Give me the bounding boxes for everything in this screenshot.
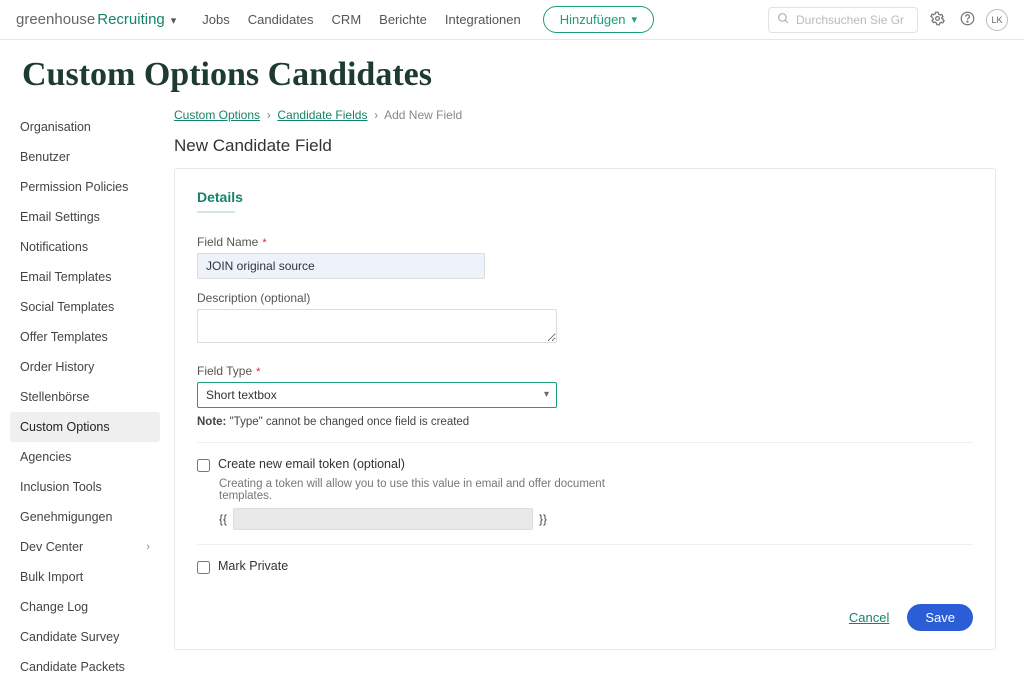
sidebar-item-bulk-import[interactable]: Bulk Import: [10, 562, 160, 592]
chevron-down-icon: ▾: [171, 14, 177, 27]
dropdown-icon: ▾: [544, 389, 549, 400]
avatar-initials: LK: [991, 15, 1002, 25]
sidebar-item-agencies[interactable]: Agencies: [10, 442, 160, 472]
global-search[interactable]: [768, 7, 918, 33]
nav-candidates[interactable]: Candidates: [248, 12, 314, 27]
email-token-checkbox[interactable]: [197, 459, 210, 472]
token-open-brace: {{: [219, 512, 227, 526]
sidebar-item-permission-policies[interactable]: Permission Policies: [10, 172, 160, 202]
sidebar-item-approvals[interactable]: Genehmigungen: [10, 502, 160, 532]
sidebar-item-dev-center[interactable]: Dev Center ›: [10, 532, 160, 562]
sidebar-item-candidate-packets[interactable]: Candidate Packets: [10, 652, 160, 682]
section-header: Details: [197, 189, 973, 221]
description-input[interactable]: [197, 309, 557, 343]
sidebar-item-change-log[interactable]: Change Log: [10, 592, 160, 622]
sidebar-item-offer-templates[interactable]: Offer Templates: [10, 322, 160, 352]
token-template-row: {{ }}: [219, 508, 973, 530]
sidebar-item-organisation[interactable]: Organisation: [10, 112, 160, 142]
help-button[interactable]: [956, 9, 978, 31]
add-button[interactable]: Hinzufügen ▾: [543, 6, 654, 33]
form-title: New Candidate Field: [174, 136, 996, 156]
token-value-input: [233, 508, 533, 530]
gear-icon: [930, 11, 945, 29]
nav-integrations[interactable]: Integrationen: [445, 12, 521, 27]
save-button[interactable]: Save: [907, 604, 973, 631]
search-icon: [777, 12, 790, 28]
field-name-label: Field Name*: [197, 235, 973, 249]
sidebar-item-email-settings[interactable]: Email Settings: [10, 202, 160, 232]
page-title: Custom Options Candidates: [0, 40, 1024, 106]
new-field-form: Details Field Name* Description (optiona…: [174, 168, 996, 650]
sidebar-item-notifications[interactable]: Notifications: [10, 232, 160, 262]
nav-jobs[interactable]: Jobs: [202, 12, 229, 27]
sidebar-item-email-templates[interactable]: Email Templates: [10, 262, 160, 292]
nav-crm[interactable]: CRM: [332, 12, 362, 27]
sidebar-item-inclusion-tools[interactable]: Inclusion Tools: [10, 472, 160, 502]
help-icon: [960, 11, 975, 29]
sidebar-item-users[interactable]: Benutzer: [10, 142, 160, 172]
settings-button[interactable]: [926, 9, 948, 31]
mark-private-checkbox[interactable]: [197, 561, 210, 574]
avatar[interactable]: LK: [986, 9, 1008, 31]
brand-part2: Recruiting: [97, 11, 165, 28]
sidebar-item-order-history[interactable]: Order History: [10, 352, 160, 382]
sidebar-item-job-board[interactable]: Stellenbörse: [10, 382, 160, 412]
primary-nav: Jobs Candidates CRM Berichte Integration…: [202, 12, 520, 27]
description-label: Description (optional): [197, 291, 973, 305]
chevron-down-icon: ▾: [632, 13, 638, 26]
mark-private-row[interactable]: Mark Private: [197, 559, 973, 574]
email-token-hint: Creating a token will allow you to use t…: [219, 478, 619, 502]
nav-reports[interactable]: Berichte: [379, 12, 427, 27]
sidebar-item-custom-options[interactable]: Custom Options: [10, 412, 160, 442]
sidebar-item-social-templates[interactable]: Social Templates: [10, 292, 160, 322]
field-type-value: Short textbox: [197, 382, 557, 408]
brand-part1: greenhouse: [16, 11, 95, 28]
sidebar-item-candidate-survey[interactable]: Candidate Survey: [10, 622, 160, 652]
breadcrumb-candidate-fields[interactable]: Candidate Fields: [277, 108, 367, 122]
add-button-label: Hinzufügen: [560, 12, 626, 27]
breadcrumb: Custom Options › Candidate Fields › Add …: [174, 108, 996, 122]
field-type-label: Field Type*: [197, 364, 973, 378]
mark-private-label: Mark Private: [218, 559, 288, 573]
brand-switcher[interactable]: greenhouse Recruiting ▾: [16, 11, 176, 28]
token-close-brace: }}: [539, 512, 547, 526]
field-type-select[interactable]: Short textbox ▾: [197, 382, 557, 408]
email-token-label: Create new email token (optional): [218, 457, 405, 471]
field-type-note: Note: "Type" cannot be changed once fiel…: [197, 416, 973, 428]
email-token-row[interactable]: Create new email token (optional): [197, 457, 973, 472]
cancel-button[interactable]: Cancel: [849, 610, 889, 625]
field-name-input[interactable]: [197, 253, 485, 279]
settings-sidebar: Organisation Benutzer Permission Policie…: [0, 106, 160, 682]
search-input[interactable]: [796, 13, 906, 27]
breadcrumb-current: Add New Field: [384, 108, 462, 122]
breadcrumb-custom-options[interactable]: Custom Options: [174, 108, 260, 122]
chevron-right-icon: ›: [146, 541, 150, 553]
